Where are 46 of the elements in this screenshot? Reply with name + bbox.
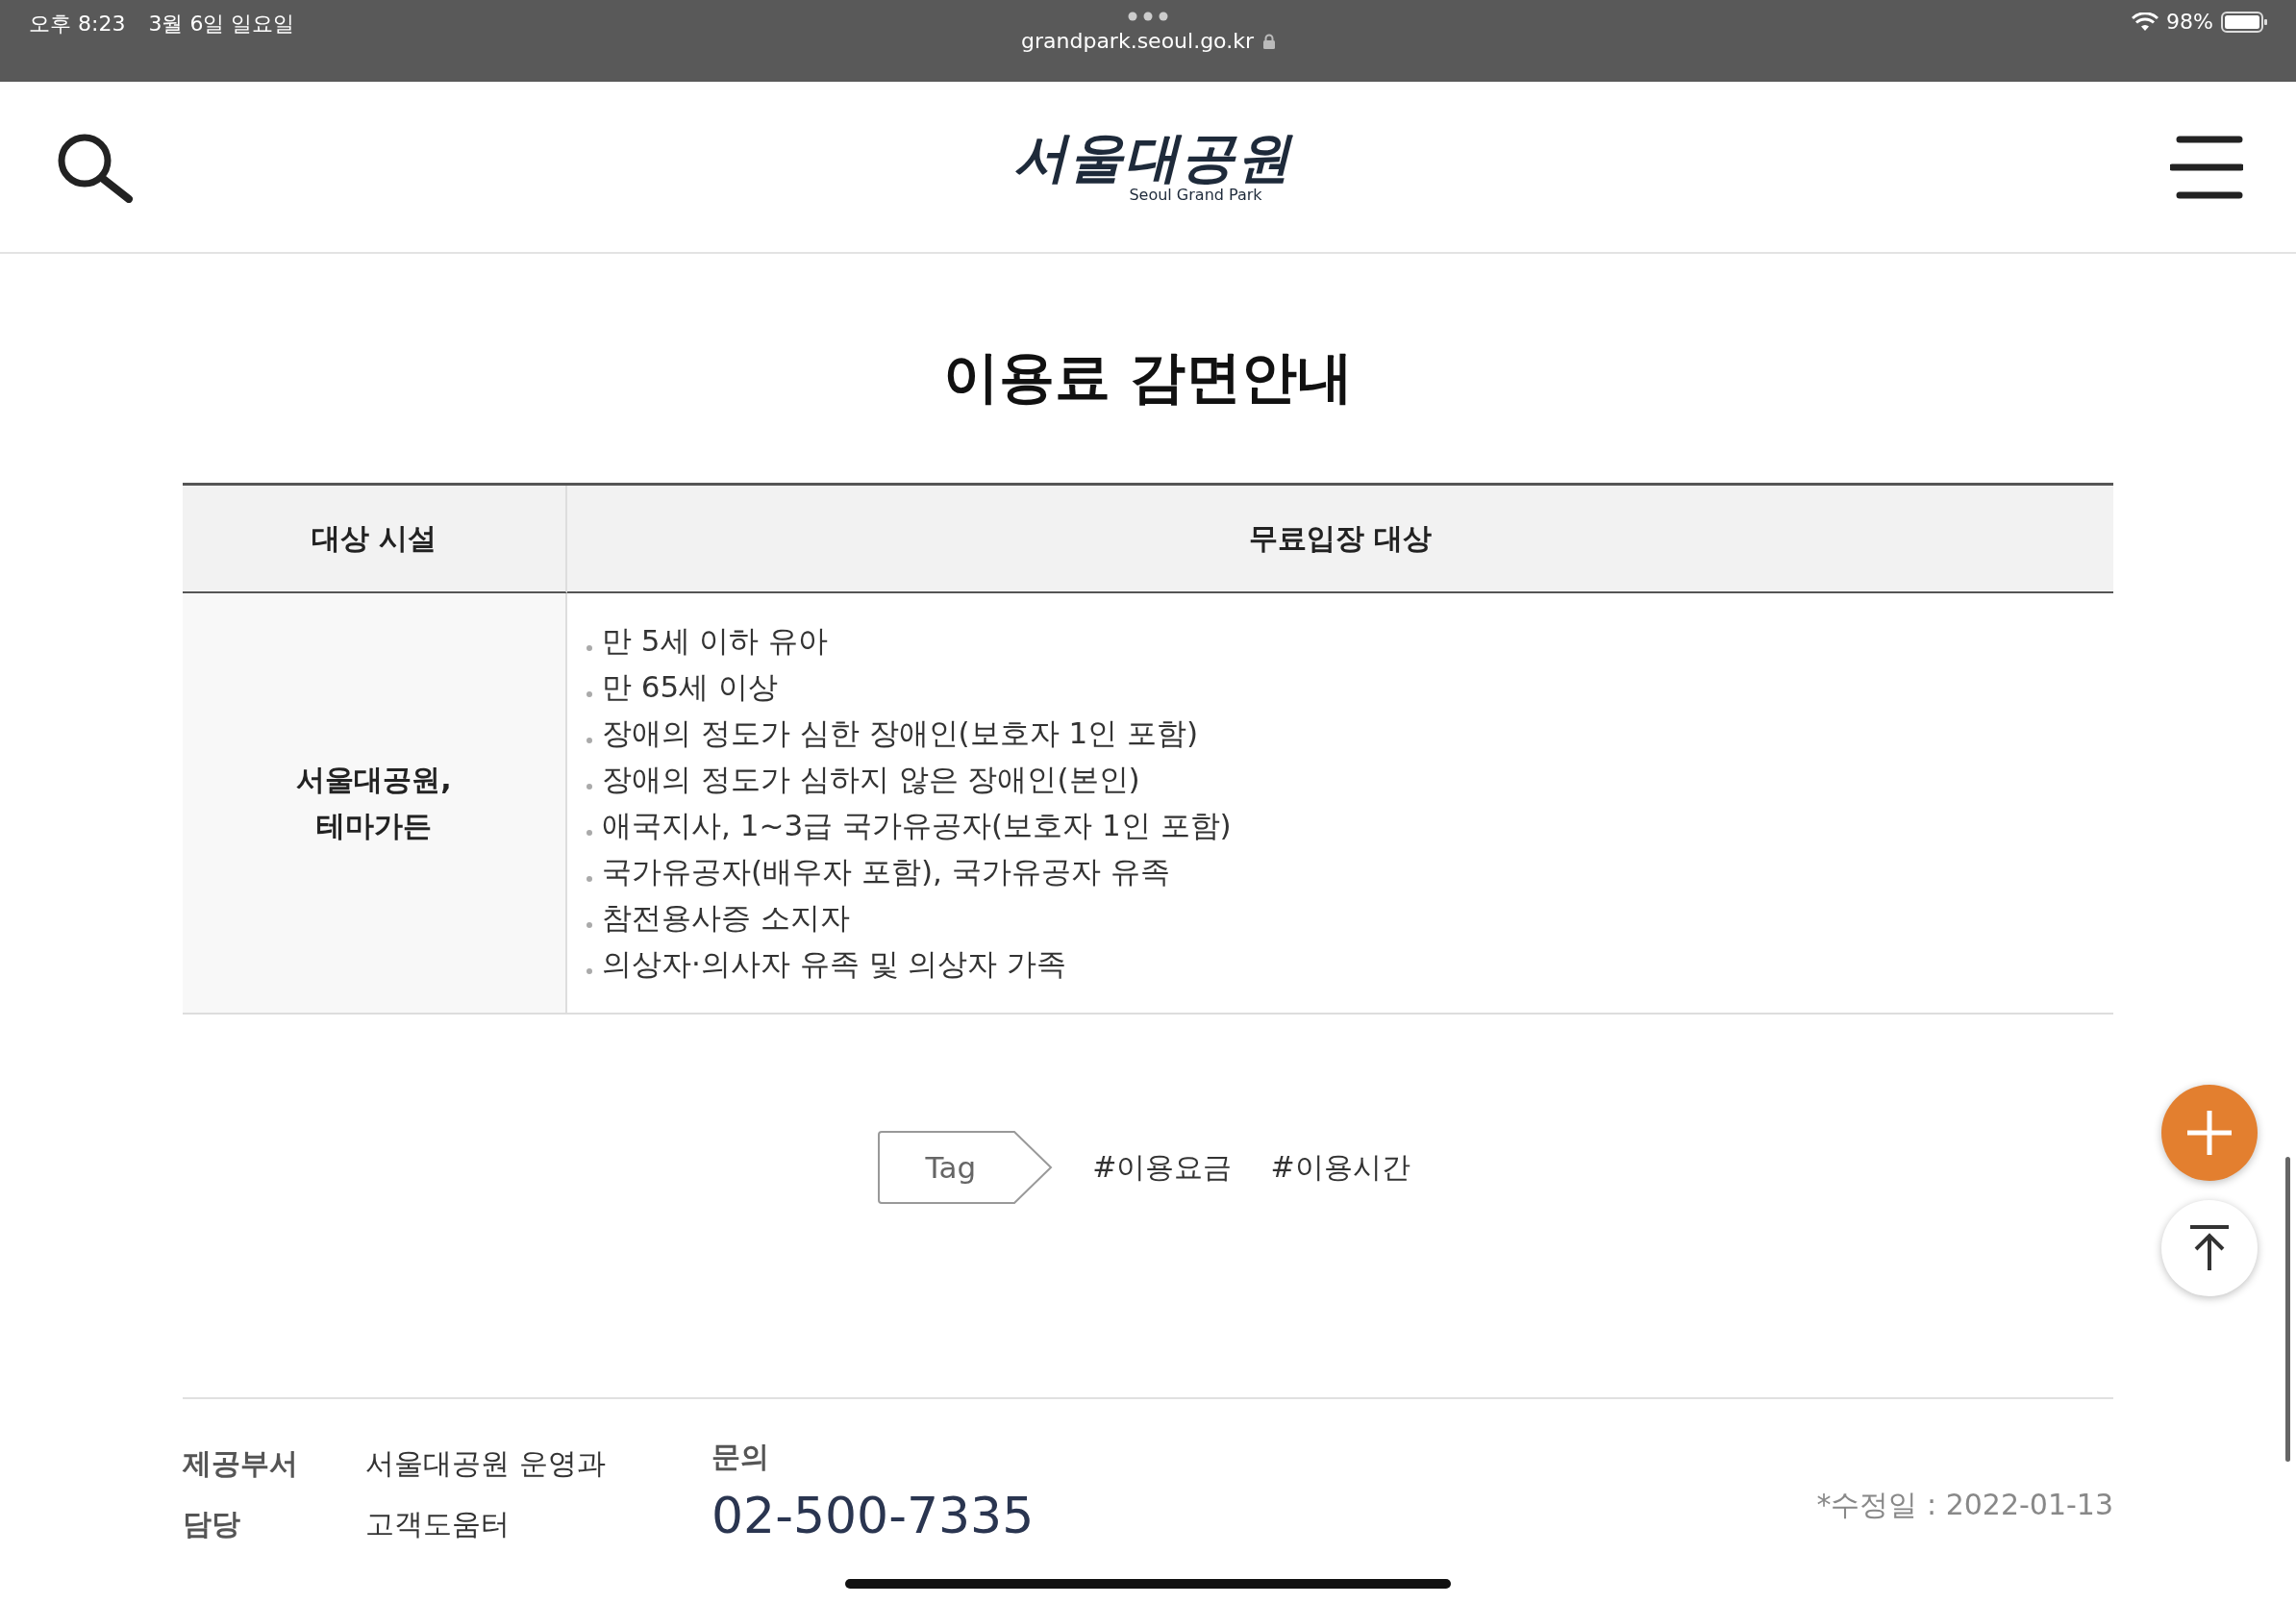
eligibility-item: 장애의 정도가 심한 장애인(보호자 1인 포함) <box>602 714 1199 752</box>
lock-icon <box>1262 33 1275 49</box>
wifi-icon <box>2132 12 2159 32</box>
facility-text: 테마가든 <box>316 808 432 844</box>
battery-percent: 98% <box>2166 10 2213 34</box>
page-title: 이용료 감면안내 <box>941 343 1355 412</box>
bullet-icon <box>586 830 592 836</box>
bullet-icon <box>586 691 592 697</box>
facility-text: 서울대공원, <box>296 762 452 798</box>
tag-label: Tag <box>876 1130 1055 1205</box>
footer-value: 서울대공원 운영과 <box>365 1445 607 1482</box>
eligibility-item: 만 65세 이상 <box>602 668 779 706</box>
phone-link[interactable]: 02-500-7335 <box>711 1487 1035 1544</box>
bullet-icon <box>586 738 592 743</box>
eligibility-item: 애국지사, 1~3급 국가유공자(보호자 1인 포함) <box>602 807 1232 844</box>
eligibility-item: 만 5세 이하 유아 <box>602 622 829 660</box>
footer-value: 고객도움터 <box>365 1506 511 1542</box>
bullet-icon <box>586 876 592 882</box>
status-date: 3월 6일 일요일 <box>148 11 295 38</box>
status-time: 오후 8:23 <box>29 11 126 38</box>
eligibility-item: 국가유공자(배우자 포함), 국가유공자 유족 <box>602 853 1170 890</box>
column-header: 대상 시설 <box>183 486 567 593</box>
hashtag-link[interactable]: #이용시간 <box>1270 1147 1410 1188</box>
column-header: 무료입장 대상 <box>567 486 2113 593</box>
menu-icon[interactable] <box>2170 135 2243 199</box>
footer-label: 제공부서 <box>183 1445 299 1482</box>
battery-icon <box>2221 11 2267 33</box>
eligibility-item: 의상자·의사자 유족 및 의상자 가족 <box>602 945 1067 983</box>
bullet-icon <box>586 922 592 928</box>
bullet-icon <box>586 784 592 789</box>
plus-icon <box>2185 1109 2234 1157</box>
modified-date: *수정일 : 2022-01-13 <box>1816 1487 2113 1523</box>
eligibility-item: 참전용사증 소지자 <box>602 899 850 937</box>
logo-title[interactable]: 서울대공원 <box>1012 130 1292 184</box>
logo-subtitle: Seoul Grand Park <box>1129 186 1262 204</box>
eligibility-item: 장애의 정도가 심하지 않은 장애인(본인) <box>602 761 1140 798</box>
plus-button[interactable] <box>2161 1085 2258 1181</box>
scroll-top-button[interactable] <box>2161 1200 2258 1296</box>
bullet-icon <box>586 645 592 651</box>
footer-label: 담당 <box>183 1506 241 1542</box>
more-dots-icon[interactable] <box>1128 12 1168 21</box>
contact-label: 문의 <box>711 1439 770 1475</box>
url-text[interactable]: grandpark.seoul.go.kr <box>1021 29 1254 53</box>
bullet-icon <box>586 968 592 974</box>
arrow-up-icon <box>2188 1224 2231 1272</box>
hashtag-link[interactable]: #이용요금 <box>1092 1147 1233 1188</box>
